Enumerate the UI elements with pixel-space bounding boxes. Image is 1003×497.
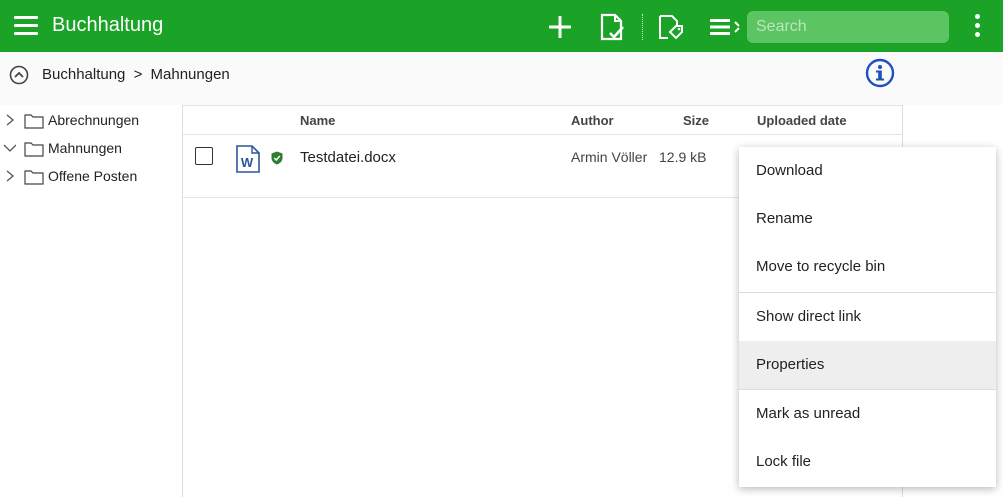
chevron-down-icon[interactable]: [2, 141, 16, 155]
file-name[interactable]: Testdatei.docx: [300, 149, 396, 166]
folder-tree: Abrechnungen Mahnungen Offene Posten: [0, 105, 183, 497]
menu-item-lock-file[interactable]: Lock file: [739, 438, 996, 486]
svg-text:W: W: [241, 155, 254, 170]
add-icon[interactable]: [546, 13, 574, 41]
menu-item-label: Show direct link: [756, 308, 862, 325]
menu-item-show-direct-link[interactable]: Show direct link: [739, 293, 996, 341]
menu-item-label: Move to recycle bin: [756, 258, 886, 275]
menu-item-label: Properties: [756, 356, 825, 373]
menu-item-properties[interactable]: Properties: [739, 341, 996, 389]
menu-item-label: Download: [756, 162, 823, 179]
chevron-right-icon[interactable]: [4, 169, 16, 183]
folder-icon: [24, 170, 44, 185]
menu-item-rename[interactable]: Rename: [739, 195, 996, 243]
document-tag-icon[interactable]: [656, 13, 684, 41]
menu-icon[interactable]: [14, 16, 38, 36]
app-header: Buchhaltung: [0, 0, 1003, 52]
chevron-up-circle-icon[interactable]: [9, 65, 29, 85]
menu-item-label: Rename: [756, 210, 813, 227]
tree-item-mahnungen[interactable]: Mahnungen: [0, 137, 183, 161]
tree-item-offene-posten[interactable]: Offene Posten: [0, 165, 183, 189]
breadcrumb-root[interactable]: Buchhaltung: [42, 66, 125, 83]
info-icon[interactable]: [865, 58, 895, 88]
search-input[interactable]: [747, 11, 949, 43]
menu-item-label: Mark as unread: [756, 405, 861, 422]
breadcrumb-bar: Buchhaltung > Mahnungen: [0, 52, 1003, 105]
document-check-icon[interactable]: [598, 13, 626, 41]
tree-item-label: Mahnungen: [48, 140, 122, 156]
column-header-uploaded[interactable]: Uploaded date: [757, 113, 847, 128]
folder-icon: [24, 114, 44, 129]
toolbar-divider: [642, 14, 643, 40]
folder-icon: [24, 142, 44, 157]
list-settings-icon[interactable]: [708, 13, 742, 41]
tree-item-abrechnungen[interactable]: Abrechnungen: [0, 109, 183, 133]
menu-item-mark-as-unread[interactable]: Mark as unread: [739, 390, 996, 438]
column-header-size[interactable]: Size: [683, 113, 709, 128]
column-header-name[interactable]: Name: [300, 113, 335, 128]
app-title: Buchhaltung: [52, 14, 164, 36]
breadcrumb: Buchhaltung > Mahnungen: [42, 66, 230, 83]
tree-item-label: Offene Posten: [48, 168, 138, 184]
breadcrumb-current[interactable]: Mahnungen: [151, 66, 230, 83]
row-checkbox[interactable]: [195, 147, 213, 165]
menu-item-download[interactable]: Download: [739, 147, 996, 195]
menu-item-label: Lock file: [756, 453, 812, 470]
column-header-author[interactable]: Author: [571, 113, 614, 128]
shield-check-icon: [271, 151, 283, 165]
tree-item-label: Abrechnungen: [48, 112, 140, 128]
context-menu: Download Rename Move to recycle bin Show…: [739, 147, 996, 487]
table-header: Name Author Size Uploaded date: [183, 105, 903, 135]
file-size: 12.9 kB: [659, 149, 707, 165]
menu-item-move-to-recycle-bin[interactable]: Move to recycle bin: [739, 243, 996, 291]
chevron-right-icon[interactable]: [4, 113, 16, 127]
more-vertical-icon[interactable]: [970, 14, 984, 40]
word-document-icon: W: [236, 145, 260, 173]
breadcrumb-separator: >: [133, 66, 143, 83]
file-author: Armin Völler: [571, 149, 648, 165]
